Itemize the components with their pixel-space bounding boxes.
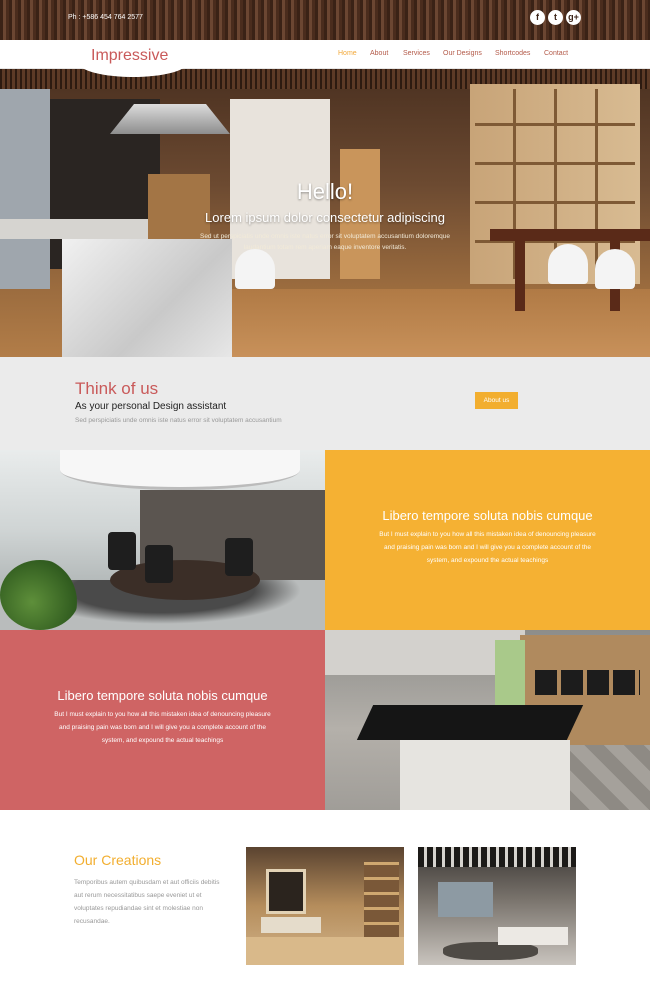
facebook-icon[interactable]: f: [530, 10, 545, 25]
kitchen-image: [325, 630, 650, 810]
creation-shelf: [364, 862, 399, 937]
about-us-button[interactable]: About us: [475, 392, 518, 409]
creations-title: Our Creations: [74, 852, 162, 868]
think-text: Sed perspiciatis unde omnis iste natus e…: [75, 417, 282, 424]
creation-wall-art: [438, 882, 493, 917]
top-bar: Ph : +586 454 764 2577 f t g+: [0, 0, 650, 40]
office-image: [0, 450, 325, 630]
phone-number: Ph : +586 454 764 2577: [68, 14, 143, 21]
creation-ceiling: [418, 847, 576, 867]
creations-text: Temporibus autem quibusdam et aut offici…: [74, 879, 220, 925]
nav-item-contact[interactable]: Contact: [544, 50, 568, 57]
hero-banner: Hello! Lorem ipsum dolor consectetur adi…: [0, 69, 650, 357]
hero-chair: [235, 249, 275, 289]
hero-text: Sed ut perspiciatis unde omnis iste natu…: [199, 233, 450, 251]
office-ceiling: [60, 450, 300, 490]
office-chair: [145, 545, 173, 583]
creation-sofa: [498, 927, 568, 945]
nav-item-services[interactable]: Services: [403, 50, 430, 57]
nav-item-about[interactable]: About: [370, 50, 388, 57]
kitchen-window: [495, 640, 525, 710]
office-chair: [108, 532, 136, 570]
creation-sofa: [261, 917, 321, 933]
think-title: Think of us: [75, 379, 159, 398]
hero-title: Hello!: [296, 179, 354, 204]
feature-block-red: Libero tempore soluta nobis cumque But I…: [0, 630, 325, 810]
think-section: Think of us As your personal Design assi…: [0, 357, 650, 450]
feature-title: Libero tempore soluta nobis cumque: [382, 508, 593, 523]
feature-text: But I must explain to you how all this m…: [54, 711, 271, 744]
kitchen-island-front: [400, 740, 570, 810]
nav-item-shortcodes[interactable]: Shortcodes: [495, 50, 530, 57]
hero-dining-table: [490, 229, 650, 241]
google-plus-icon[interactable]: g+: [566, 10, 581, 25]
feature-title: Libero tempore soluta nobis cumque: [57, 688, 268, 703]
office-chair: [225, 538, 253, 576]
creation-image-living-room[interactable]: [246, 847, 404, 965]
site-logo[interactable]: Impressive: [91, 47, 168, 65]
hero-table-leg: [515, 241, 525, 311]
kitchen-island-top: [356, 705, 584, 740]
creation-image-lounge[interactable]: [418, 847, 576, 965]
hero-chair: [548, 244, 588, 284]
creation-floor: [246, 937, 404, 965]
feature-text: But I must explain to you how all this m…: [379, 531, 596, 564]
kitchen-floor: [570, 745, 650, 810]
hero-marble-island: [62, 239, 232, 357]
hero-chair: [595, 249, 635, 289]
think-subtitle: As your personal Design assistant: [75, 401, 227, 412]
hero-floor: [230, 289, 650, 357]
nav-item-our-designs[interactable]: Our Designs: [443, 50, 482, 57]
kitchen-ovens: [535, 670, 640, 695]
feature-block-orange: Libero tempore soluta nobis cumque But I…: [325, 450, 650, 630]
nav-item-home[interactable]: Home: [338, 50, 357, 57]
office-plant: [0, 560, 80, 630]
twitter-icon[interactable]: t: [548, 10, 563, 25]
creation-window: [266, 869, 306, 914]
hero-subtitle: Lorem ipsum dolor consectetur adipiscing: [205, 210, 445, 225]
